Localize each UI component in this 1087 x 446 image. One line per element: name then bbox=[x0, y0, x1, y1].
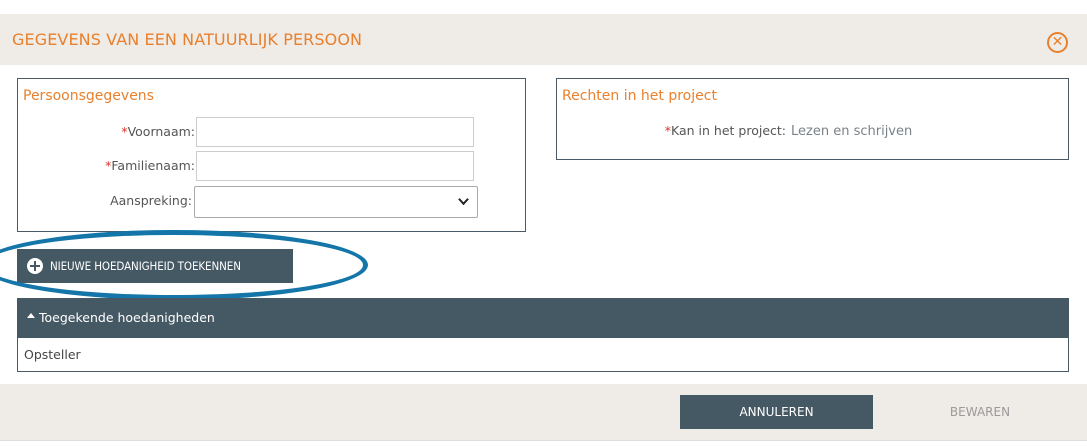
plus-circle-icon bbox=[27, 258, 43, 274]
first-name-label-text: Voornaam: bbox=[127, 124, 195, 139]
project-rights-label-text: Kan in het project: bbox=[671, 123, 786, 138]
person-details-title: Persoonsgegevens bbox=[23, 88, 154, 104]
first-name-input[interactable] bbox=[196, 117, 474, 147]
project-rights-panel: Rechten in het project *Kan in het proje… bbox=[556, 78, 1069, 160]
salutation-label: Aanspreking: bbox=[18, 186, 192, 216]
project-rights-title: Rechten in het project bbox=[562, 88, 717, 104]
dialog-footer: ANNULEREN BEWAREN bbox=[0, 384, 1087, 440]
assigned-roles-header[interactable]: Toegekende hoedanigheden bbox=[17, 298, 1069, 338]
assigned-roles-title: Toegekende hoedanigheden bbox=[39, 310, 215, 325]
assigned-roles-list: Opsteller bbox=[17, 338, 1069, 372]
dialog-title: GEGEVENS VAN EEN NATUURLIJK PERSOON bbox=[12, 30, 363, 49]
first-name-label: *Voornaam: bbox=[18, 117, 195, 147]
dialog-header: GEGEVENS VAN EEN NATUURLIJK PERSOON ✕ bbox=[0, 14, 1087, 65]
salutation-label-text: Aanspreking: bbox=[110, 193, 192, 208]
list-item: Opsteller bbox=[24, 347, 81, 362]
person-details-panel: Persoonsgegevens *Voornaam: *Familienaam… bbox=[17, 78, 526, 232]
caret-up-icon bbox=[27, 313, 35, 318]
project-rights-label: *Kan in het project: bbox=[557, 116, 786, 146]
cancel-button[interactable]: ANNULEREN bbox=[680, 395, 873, 429]
last-name-label-text: Familienaam: bbox=[111, 158, 195, 173]
close-icon[interactable]: ✕ bbox=[1047, 32, 1068, 53]
assign-capacity-label: NIEUWE HOEDANIGHEID TOEKENNEN bbox=[50, 259, 241, 273]
last-name-label: *Familienaam: bbox=[18, 151, 195, 181]
last-name-input[interactable] bbox=[196, 151, 474, 181]
project-rights-value: Lezen en schrijven bbox=[791, 124, 913, 139]
save-button[interactable]: BEWAREN bbox=[905, 395, 1055, 429]
salutation-select[interactable] bbox=[194, 186, 478, 218]
footer-divider bbox=[0, 440, 1087, 441]
chevron-down-icon bbox=[458, 198, 469, 206]
assign-capacity-button[interactable]: NIEUWE HOEDANIGHEID TOEKENNEN bbox=[17, 249, 293, 283]
